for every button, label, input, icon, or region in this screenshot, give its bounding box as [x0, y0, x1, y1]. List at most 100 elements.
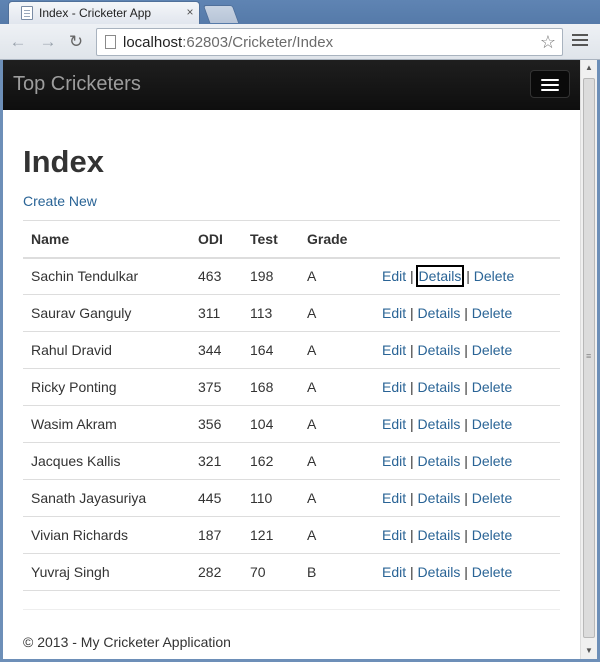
edit-link[interactable]: Edit: [382, 416, 406, 432]
browser-toolbar: ← → ↻ localhost:62803/Cricketer/Index ☆: [0, 24, 600, 60]
delete-link[interactable]: Delete: [472, 416, 512, 432]
cell-name: Saurav Ganguly: [23, 294, 190, 332]
action-separator: |: [464, 305, 468, 321]
cell-odi: 187: [190, 516, 242, 554]
tab-close-icon[interactable]: ×: [183, 5, 197, 19]
header-actions: [374, 220, 560, 259]
cell-grade: A: [299, 516, 374, 554]
action-separator: |: [466, 268, 470, 285]
reload-icon[interactable]: ↻: [66, 32, 86, 52]
address-bar[interactable]: localhost:62803/Cricketer/Index ☆: [96, 28, 563, 56]
action-separator: |: [410, 490, 414, 506]
edit-link[interactable]: Edit: [382, 268, 406, 284]
cell-grade: A: [299, 405, 374, 443]
delete-link[interactable]: Delete: [472, 305, 512, 321]
table-row: Vivian Richards 187 121 A Edit | Details | D…: [23, 516, 560, 554]
details-link[interactable]: Details: [418, 564, 461, 580]
delete-link[interactable]: Delete: [472, 379, 512, 395]
details-link[interactable]: Details: [418, 305, 461, 321]
browser-menu-icon[interactable]: [572, 34, 588, 49]
cell-odi: 445: [190, 479, 242, 517]
details-link[interactable]: Details: [418, 416, 461, 432]
cell-actions: Edit | Details | Delete: [374, 516, 560, 554]
action-separator: |: [410, 342, 414, 358]
create-new-link[interactable]: Create New: [23, 193, 97, 209]
action-separator: |: [410, 379, 414, 395]
delete-link[interactable]: Delete: [474, 268, 514, 284]
cell-name: Yuvraj Singh: [23, 553, 190, 591]
cell-actions: Edit | Details | Delete: [374, 257, 560, 295]
action-separator: |: [464, 342, 468, 358]
cell-odi: 321: [190, 442, 242, 480]
cell-name: Wasim Akram: [23, 405, 190, 443]
brand-link[interactable]: Top Cricketers: [13, 73, 141, 96]
url-path: :62803/Cricketer/Index: [182, 34, 334, 51]
cell-test: 164: [242, 331, 299, 369]
action-separator: |: [410, 268, 414, 285]
new-tab-button[interactable]: [202, 5, 240, 23]
edit-link[interactable]: Edit: [382, 342, 406, 358]
details-link[interactable]: Details: [418, 490, 461, 506]
edit-link[interactable]: Edit: [382, 453, 406, 469]
cell-actions: Edit | Details | Delete: [374, 331, 560, 369]
cell-test: 70: [242, 553, 299, 591]
details-link[interactable]: Details: [415, 265, 465, 288]
cell-test: 198: [242, 257, 299, 295]
cell-actions: Edit | Details | Delete: [374, 479, 560, 517]
action-separator: |: [464, 564, 468, 580]
table-row: Wasim Akram 356 104 A Edit | Details | Delet…: [23, 405, 560, 443]
edit-link[interactable]: Edit: [382, 527, 406, 543]
table-row: Sanath Jayasuriya 445 110 A Edit | Details |…: [23, 479, 560, 517]
browser-titlebar: Index - Cricketer App ×: [0, 0, 600, 24]
vertical-scrollbar[interactable]: ▲ ≡ ▼: [580, 60, 597, 659]
table-row: Rahul Dravid 344 164 A Edit | Details | Dele…: [23, 331, 560, 369]
edit-link[interactable]: Edit: [382, 305, 406, 321]
cell-actions: Edit | Details | Delete: [374, 553, 560, 591]
cell-odi: 356: [190, 405, 242, 443]
header-name: Name: [23, 220, 190, 259]
scroll-thumb[interactable]: ≡: [583, 78, 595, 638]
edit-link[interactable]: Edit: [382, 379, 406, 395]
edit-link[interactable]: Edit: [382, 564, 406, 580]
page-title: Index: [23, 144, 104, 179]
page-favicon-icon: [21, 6, 33, 20]
page-viewport: Top Cricketers Index Create New Name ODI…: [3, 60, 580, 659]
footer-text: © 2013 - My Cricketer Application: [23, 634, 231, 650]
delete-link[interactable]: Delete: [472, 527, 512, 543]
cell-test: 113: [242, 294, 299, 332]
table-row: Sachin Tendulkar 463 198 A Edit | Details | …: [23, 257, 560, 295]
app-navbar: Top Cricketers: [3, 60, 580, 110]
cell-grade: A: [299, 257, 374, 295]
details-link[interactable]: Details: [418, 527, 461, 543]
cell-test: 121: [242, 516, 299, 554]
delete-link[interactable]: Delete: [472, 342, 512, 358]
cell-grade: B: [299, 553, 374, 591]
table-row: Saurav Ganguly 311 113 A Edit | Details | De…: [23, 294, 560, 332]
scroll-up-arrow-icon[interactable]: ▲: [581, 60, 597, 76]
bookmark-star-icon[interactable]: ☆: [540, 32, 556, 52]
cell-name: Vivian Richards: [23, 516, 190, 554]
cell-name: Sachin Tendulkar: [23, 257, 190, 295]
delete-link[interactable]: Delete: [472, 490, 512, 506]
hamburger-icon: [541, 79, 559, 81]
browser-tab[interactable]: Index - Cricketer App ×: [8, 1, 200, 24]
edit-link[interactable]: Edit: [382, 490, 406, 506]
navbar-toggle-button[interactable]: [530, 70, 570, 98]
cell-actions: Edit | Details | Delete: [374, 405, 560, 443]
footer-divider: [23, 609, 560, 610]
scroll-down-arrow-icon[interactable]: ▼: [581, 643, 597, 659]
details-link[interactable]: Details: [418, 379, 461, 395]
cell-grade: A: [299, 294, 374, 332]
cell-test: 110: [242, 479, 299, 517]
action-separator: |: [464, 527, 468, 543]
delete-link[interactable]: Delete: [472, 453, 512, 469]
delete-link[interactable]: Delete: [472, 564, 512, 580]
action-separator: |: [464, 416, 468, 432]
action-separator: |: [410, 453, 414, 469]
forward-arrow-icon[interactable]: →: [38, 32, 58, 52]
details-link[interactable]: Details: [418, 342, 461, 358]
back-arrow-icon[interactable]: ←: [8, 32, 28, 52]
details-link[interactable]: Details: [418, 453, 461, 469]
cell-actions: Edit | Details | Delete: [374, 294, 560, 332]
cell-actions: Edit | Details | Delete: [374, 368, 560, 406]
